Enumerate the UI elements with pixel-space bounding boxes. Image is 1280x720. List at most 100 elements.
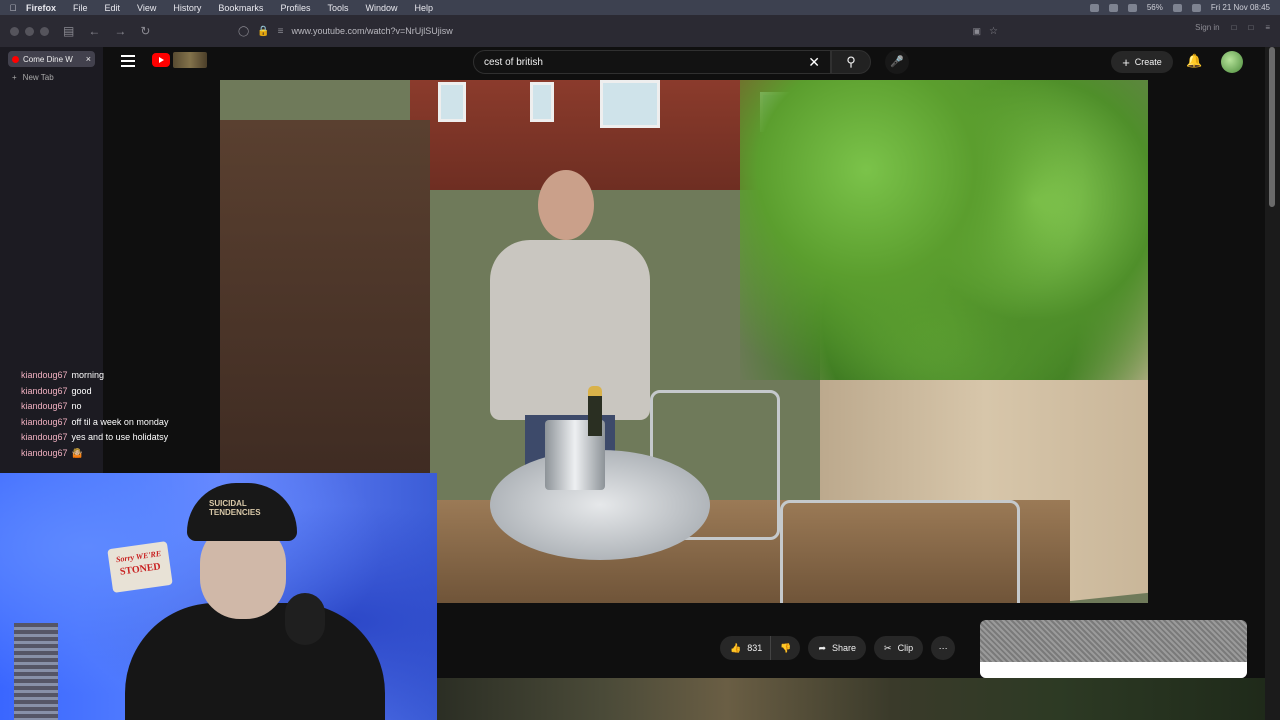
new-tab-label: New Tab — [22, 73, 54, 82]
reload-icon[interactable]: ↻ — [140, 24, 150, 38]
champagne-bottle — [588, 386, 602, 436]
chat-message: kiandoug67 no — [21, 399, 221, 415]
menu-file[interactable]: File — [73, 3, 88, 13]
page-scrollbar[interactable] — [1265, 47, 1280, 720]
sidebar-toggle-icon[interactable]: ▤ — [63, 24, 74, 38]
more-actions-button[interactable]: ⋯ — [931, 636, 956, 660]
lock-icon[interactable]: 🔒 — [257, 26, 269, 37]
garden-chair — [780, 500, 1020, 603]
menu-help[interactable]: Help — [414, 3, 433, 13]
microphone-icon: 🎤 — [890, 56, 904, 68]
cap-logo-text: SUICIDAL TENDENCIES — [209, 499, 261, 517]
control-center-icon[interactable] — [1191, 3, 1201, 12]
back-icon[interactable]: ← — [88, 24, 100, 38]
chat-text: no — [71, 401, 82, 412]
video-actions: 👍 831 👎 ➦ Share ✂ Clip ⋯ — [720, 636, 956, 660]
menu-history[interactable]: History — [173, 3, 201, 13]
ivy-foliage — [740, 80, 1148, 380]
chat-text: good — [71, 385, 92, 396]
youtube-favicon-icon — [12, 55, 19, 63]
plus-icon: + — [12, 73, 17, 82]
voice-search-button[interactable]: 🎤 — [885, 50, 909, 74]
new-tab-button[interactable]: + New Tab — [12, 73, 91, 82]
address-bar[interactable]: ◯ 🔒 ≡ www.youtube.com/watch?v=NrUjlSUjis… — [238, 21, 998, 41]
close-window-button[interactable] — [10, 26, 19, 36]
chat-username: kiandoug67 — [21, 401, 68, 412]
app-menu-icon[interactable]: ≡ — [1265, 23, 1270, 32]
webcam-overlay: Sorry WE'RE STONED SUICIDAL TENDENCIES — [0, 473, 437, 720]
tray-icon[interactable] — [1108, 3, 1118, 12]
plus-icon: + — [1122, 54, 1130, 70]
close-tab-icon[interactable]: × — [86, 54, 91, 64]
share-icon: ➦ — [818, 642, 827, 653]
menu-window[interactable]: Window — [365, 3, 397, 13]
shield-icon[interactable]: ◯ — [238, 26, 249, 37]
menu-app-name[interactable]: Firefox — [26, 3, 56, 13]
account-avatar[interactable] — [1221, 51, 1243, 73]
ad-card[interactable] — [980, 662, 1247, 678]
like-button[interactable]: 👍 831 — [720, 636, 771, 660]
clear-search-icon[interactable]: ✕ — [808, 54, 820, 71]
chat-text: off til a week on monday — [71, 416, 169, 427]
guide-menu-icon[interactable] — [121, 55, 135, 67]
tab-youtube[interactable]: Come Dine W × — [8, 51, 95, 67]
status-tray: 56% Fri 21 Nov 08:45 — [1089, 3, 1280, 12]
chat-username: kiandoug67 — [21, 370, 68, 380]
clip-button[interactable]: ✂ Clip — [874, 636, 924, 660]
menu-bookmarks[interactable]: Bookmarks — [218, 3, 263, 13]
microphone — [285, 593, 325, 645]
clip-label: Clip — [897, 643, 914, 653]
chat-text: yes and to use holidatsy — [71, 432, 169, 443]
toolbar-right: Sign in □ □ ≡ — [1195, 23, 1270, 32]
search-icon: ⚲ — [846, 54, 856, 69]
youtube-logo[interactable] — [152, 53, 170, 67]
menu-edit[interactable]: Edit — [105, 3, 121, 13]
live-chat-overlay: kiandoug67 morning kiandoug67 good kiandou… — [21, 368, 221, 462]
chat-message: kiandoug67 morning — [21, 368, 221, 384]
forward-icon[interactable]: → — [114, 24, 126, 38]
recommended-thumbnail[interactable] — [437, 678, 1265, 720]
menu-tools[interactable]: Tools — [327, 3, 348, 13]
scissors-icon: ✂ — [884, 642, 892, 653]
create-button[interactable]: + Create — [1111, 51, 1173, 73]
search-query[interactable]: cest of british — [484, 57, 543, 68]
notifications-bell-icon[interactable]: 🔔 — [1186, 53, 1202, 69]
house-window — [600, 80, 660, 128]
menu-view[interactable]: View — [137, 3, 156, 13]
extensions-icon[interactable]: □ — [1232, 23, 1237, 32]
scrollbar-thumb[interactable] — [1269, 47, 1275, 207]
search-button[interactable]: ⚲ — [831, 50, 871, 74]
downloads-icon[interactable]: □ — [1248, 23, 1253, 32]
search-input[interactable]: cest of british ✕ — [473, 50, 831, 74]
share-label: Share — [832, 643, 857, 653]
apple-icon[interactable]:  — [0, 3, 26, 13]
youtube-doodle[interactable] — [173, 52, 207, 68]
sidebar-ad-thumbnail[interactable] — [980, 620, 1247, 678]
zoom-window-button[interactable] — [40, 26, 49, 36]
more-horizontal-icon: ⋯ — [938, 642, 948, 653]
bookshelf — [14, 623, 58, 720]
streamer: SUICIDAL TENDENCIES — [125, 483, 385, 720]
create-label: Create — [1134, 57, 1162, 67]
tray-icon[interactable] — [1127, 3, 1137, 12]
menu-profiles[interactable]: Profiles — [280, 3, 310, 13]
dislike-button[interactable]: 👎 — [770, 636, 801, 660]
url-text[interactable]: www.youtube.com/watch?v=NrUjlSUjisw — [292, 26, 453, 36]
reader-view-icon[interactable]: ▣ — [973, 26, 982, 37]
bookmark-star-icon[interactable]: ☆ — [989, 26, 998, 37]
house-window — [438, 82, 466, 122]
chat-username: kiandoug67 — [21, 447, 68, 458]
window-controls — [10, 26, 49, 36]
tray-icon[interactable] — [1089, 3, 1099, 12]
minimize-window-button[interactable] — [25, 26, 34, 36]
man-head — [538, 170, 594, 240]
chat-message: kiandoug67 off til a week on monday — [21, 415, 221, 431]
man-sweater — [490, 240, 650, 420]
wifi-icon[interactable] — [1172, 3, 1182, 12]
site-settings-icon[interactable]: ≡ — [278, 26, 284, 37]
share-button[interactable]: ➦ Share — [808, 636, 867, 660]
sign-in-button[interactable]: Sign in — [1195, 23, 1219, 32]
menubar-clock[interactable]: Fri 21 Nov 08:45 — [1211, 3, 1270, 12]
chat-message: kiandoug67 yes and to use holidatsy — [21, 430, 221, 446]
battery-percent[interactable]: 56% — [1147, 3, 1163, 12]
